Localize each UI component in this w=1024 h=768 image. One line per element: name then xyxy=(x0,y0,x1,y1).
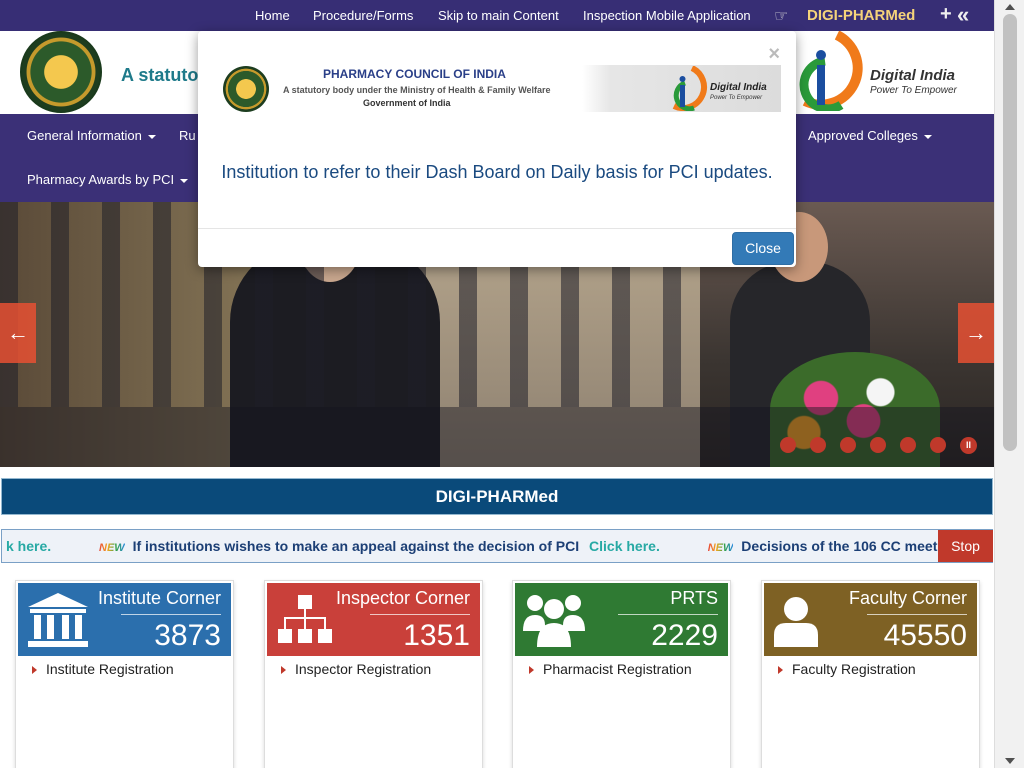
pointing-hand-icon: ☞ xyxy=(774,8,789,25)
inspector-registration-link[interactable]: Inspector Registration xyxy=(281,661,431,677)
card-header[interactable]: Faculty Corner 45550 xyxy=(764,583,977,656)
nav-pharmacy-awards[interactable]: Pharmacy Awards by PCI xyxy=(27,172,189,187)
building-icon xyxy=(28,593,88,647)
faculty-registration-link[interactable]: Faculty Registration xyxy=(778,661,916,677)
ticker-link[interactable]: Click here. xyxy=(589,538,660,554)
ticker-strip: k here. NEW If institutions wishes to ma… xyxy=(6,530,950,562)
nav-label: General Information xyxy=(27,128,142,143)
slider-dot[interactable] xyxy=(780,437,796,453)
announcement-modal: × PHARMACY COUNCIL OF INDIA A statutory … xyxy=(198,31,796,267)
pharmacist-registration-link[interactable]: Pharmacist Registration xyxy=(529,661,692,677)
group-icon xyxy=(523,595,585,647)
user-icon xyxy=(774,597,818,647)
slider-dot[interactable] xyxy=(810,437,826,453)
slider-dot[interactable] xyxy=(900,437,916,453)
card-count: 3873 xyxy=(154,619,221,652)
double-chevron-left-icon[interactable]: « xyxy=(957,2,970,28)
digital-india-logo-icon xyxy=(799,31,863,111)
banner-di-title: Digital India xyxy=(710,82,767,93)
digital-india-logo-icon xyxy=(672,66,707,111)
card-count: 1351 xyxy=(403,619,470,652)
ticker-item[interactable]: If institutions wishes to make an appeal… xyxy=(133,538,580,554)
pci-seal-logo[interactable] xyxy=(20,31,102,113)
institute-corner-card: Institute Corner 3873 Institute Registra… xyxy=(15,580,234,768)
digital-india-subtitle: Power To Empower xyxy=(870,85,957,96)
caret-down-icon xyxy=(180,178,189,183)
scroll-up-icon[interactable] xyxy=(1005,4,1015,10)
ticker-link[interactable]: k here. xyxy=(6,538,51,554)
card-title: Institute Corner xyxy=(97,588,221,608)
close-button[interactable]: Close xyxy=(732,232,794,265)
slider-pause-icon[interactable]: II xyxy=(960,437,977,454)
ticker-stop-button[interactable]: Stop xyxy=(938,530,993,562)
card-title: Faculty Corner xyxy=(848,588,967,608)
banner-government: Government of India xyxy=(363,98,451,108)
scroll-down-icon[interactable] xyxy=(1005,758,1015,764)
caret-down-icon xyxy=(923,134,932,139)
nav-approved-colleges[interactable]: Approved Colleges xyxy=(808,128,932,143)
news-ticker: k here. NEW If institutions wishes to ma… xyxy=(1,529,993,563)
modal-divider xyxy=(198,228,796,229)
procedure-forms-link[interactable]: Procedure/Forms xyxy=(313,8,413,23)
scrollbar-thumb[interactable] xyxy=(1003,14,1017,451)
modal-banner: PHARMACY COUNCIL OF INDIA A statutory bo… xyxy=(213,65,781,112)
inspection-mobile-app-link[interactable]: Inspection Mobile Application xyxy=(583,8,751,23)
institute-registration-link[interactable]: Institute Registration xyxy=(32,661,174,677)
faculty-corner-card: Faculty Corner 45550 Faculty Registratio… xyxy=(761,580,980,768)
header-tagline: A statutor xyxy=(121,65,206,85)
banner-subtitle: A statutory body under the Ministry of H… xyxy=(283,85,551,95)
slider-dot[interactable] xyxy=(930,437,946,453)
slider-next-arrow-icon[interactable]: → xyxy=(958,303,994,363)
pci-seal-logo xyxy=(223,66,269,112)
banner-di-subtitle: Power To Empower xyxy=(710,95,763,101)
banner-title: PHARMACY COUNCIL OF INDIA xyxy=(323,67,506,81)
nav-general-information[interactable]: General Information xyxy=(27,128,156,143)
digi-pharmed-banner[interactable]: DIGI-PHARMed xyxy=(1,478,993,515)
ticker-item[interactable]: Decisions of the 106 CC meetin xyxy=(741,538,950,554)
nav-label: Ru xyxy=(179,128,196,143)
close-icon[interactable]: × xyxy=(768,43,780,66)
skip-to-main-content-link[interactable]: Skip to main Content xyxy=(438,8,559,23)
nav-rules-partial[interactable]: Ru xyxy=(179,128,196,143)
modal-message: Institution to refer to their Dash Board… xyxy=(221,162,773,182)
nav-label: Pharmacy Awards by PCI xyxy=(27,172,175,187)
inspector-corner-card: Inspector Corner 1351 Inspector Registra… xyxy=(264,580,483,768)
new-badge-icon: NEW xyxy=(708,532,734,562)
nav-label: Approved Colleges xyxy=(808,128,918,143)
card-count: 2229 xyxy=(651,619,718,652)
slider-dot[interactable] xyxy=(870,437,886,453)
hierarchy-icon xyxy=(278,595,332,643)
slider-prev-arrow-icon[interactable]: ← xyxy=(0,303,36,363)
slider-dot[interactable] xyxy=(840,437,856,453)
top-utility-bar: Home Procedure/Forms Skip to main Conten… xyxy=(0,0,994,31)
page-scrollbar[interactable] xyxy=(994,0,1024,768)
card-count: 45550 xyxy=(883,619,967,652)
card-header[interactable]: Institute Corner 3873 xyxy=(18,583,231,656)
card-title: Inspector Corner xyxy=(335,588,470,608)
card-title: PRTS xyxy=(670,588,718,608)
card-header[interactable]: PRTS 2229 xyxy=(515,583,728,656)
prts-card: PRTS 2229 Pharmacist Registration xyxy=(512,580,731,768)
new-badge-icon: NEW xyxy=(99,532,125,562)
digital-india-title: Digital India xyxy=(870,67,956,84)
home-link[interactable]: Home xyxy=(255,8,290,23)
digi-pharmed-link[interactable]: DIGI-PHARMed xyxy=(807,7,915,24)
caret-down-icon xyxy=(147,134,156,139)
card-header[interactable]: Inspector Corner 1351 xyxy=(267,583,480,656)
plus-icon[interactable]: + xyxy=(940,3,952,26)
